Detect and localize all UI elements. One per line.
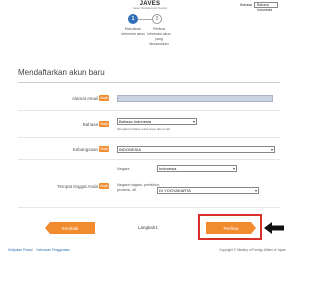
email-field[interactable]	[117, 95, 273, 102]
row-divider	[18, 207, 280, 208]
language-select[interactable]: Bahasa Indonesia	[254, 2, 278, 12]
check-button[interactable]: Periksa	[206, 222, 256, 234]
email-label: Alamat email	[71, 96, 98, 101]
row-divider	[18, 137, 280, 138]
row-divider	[18, 159, 280, 160]
language-label: Bahasa	[240, 3, 252, 7]
step-2-label: Periksa informasi akun yang dimasukkan	[147, 27, 171, 46]
nationality-select[interactable]: INDONESIA	[117, 146, 275, 153]
language-switcher: Bahasa Bahasa Indonesia	[240, 2, 278, 12]
privacy-policy-link[interactable]: Kebijakan Privasi	[8, 248, 32, 252]
country-label: Negara	[117, 167, 130, 171]
language-note: Mengatur bahasa untuk layar dan email.	[117, 127, 171, 131]
step-count: Langkah1	[138, 225, 158, 230]
language-field-label: Bahasa	[82, 122, 98, 127]
page-title: Mendaftarkan akun baru	[18, 68, 105, 77]
required-badge: Wajib	[99, 183, 110, 189]
step-1-circle: 1	[128, 14, 138, 24]
back-button[interactable]: Kembali	[45, 222, 95, 234]
footer-links: Kebijakan Privasi Ketentuan Penggunaan	[8, 248, 70, 252]
step-2-circle: 2	[152, 14, 162, 24]
country-select[interactable]: Indonesia	[157, 165, 237, 172]
required-badge: Wajib	[99, 146, 110, 152]
language-field-select[interactable]: Bahasa Indonesia	[117, 118, 197, 125]
region-select[interactable]: DI YOGYAKARTA	[157, 187, 259, 194]
required-badge: Wajib	[99, 95, 110, 101]
title-divider	[18, 82, 280, 83]
terms-of-use-link[interactable]: Ketentuan Penggunaan	[36, 248, 70, 252]
nationality-label: Kebangsaan	[72, 147, 98, 152]
copyright: Copyright © Ministry of Foreign Affairs …	[219, 248, 286, 252]
required-badge: Wajib	[99, 121, 110, 127]
residence-label: Tempat tinggal Anda	[57, 184, 98, 189]
step-1-label: Masukkan informasi akun	[121, 27, 145, 36]
left-arrow-icon	[264, 222, 284, 234]
row-divider	[18, 110, 280, 111]
step-indicator: 1 2 Masukkan informasi akun Periksa info…	[118, 14, 188, 54]
